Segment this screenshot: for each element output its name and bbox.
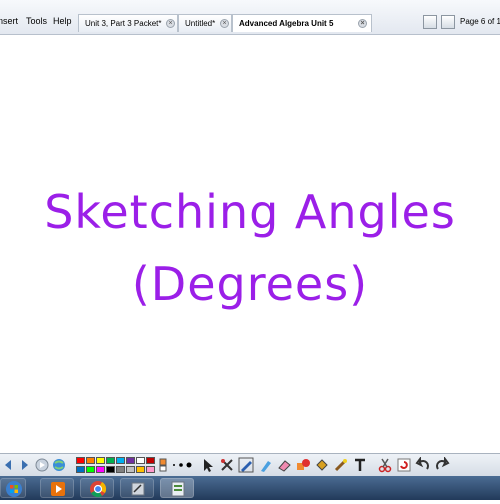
menu-help[interactable]: Help: [53, 16, 72, 26]
chrome-icon[interactable]: [80, 478, 114, 498]
color-swatch[interactable]: [146, 466, 155, 473]
color-swatch[interactable]: [106, 466, 115, 473]
slide-title-line1: Sketching Angles: [44, 185, 456, 239]
globe-icon[interactable]: [51, 457, 67, 473]
color-swatch[interactable]: [106, 457, 115, 464]
close-icon[interactable]: ×: [358, 19, 367, 28]
tab-label: Untitled*: [185, 19, 216, 28]
next-page-icon[interactable]: [17, 457, 33, 473]
color-swatch[interactable]: [86, 457, 95, 464]
color-swatch[interactable]: [96, 457, 105, 464]
text-icon[interactable]: [352, 457, 368, 473]
eraser-icon[interactable]: [276, 457, 292, 473]
page-sorter-icon[interactable]: [423, 15, 437, 29]
bottom-toolbar: [0, 453, 500, 476]
select-arrow-icon[interactable]: [200, 457, 216, 473]
menu-tools[interactable]: Tools: [26, 16, 47, 26]
tab-label: Advanced Algebra Unit 5: [239, 19, 334, 28]
previous-page-icon[interactable]: [0, 457, 16, 473]
refresh-icon[interactable]: [396, 457, 412, 473]
play-icon[interactable]: [34, 457, 50, 473]
smart-notebook-icon[interactable]: [160, 478, 194, 498]
color-swatch[interactable]: [126, 466, 135, 473]
magic-pen-icon[interactable]: [333, 457, 349, 473]
color-swatch[interactable]: [116, 457, 125, 464]
page-indicator: Page 6 of 1: [460, 17, 500, 26]
shapes-icon[interactable]: [295, 457, 311, 473]
windows-start-icon[interactable]: [0, 478, 26, 498]
menu-tab-bar: nsert Tools Help Unit 3, Part 3 Packet* …: [0, 0, 500, 35]
tab-unit3-packet[interactable]: Unit 3, Part 3 Packet* ×: [78, 14, 178, 32]
color-swatch[interactable]: [126, 457, 135, 464]
tab-label: Unit 3, Part 3 Packet*: [85, 19, 162, 28]
color-swatch[interactable]: [116, 466, 125, 473]
color-swatch[interactable]: [146, 457, 155, 464]
multi-tool-icon[interactable]: [219, 457, 235, 473]
scissors-icon[interactable]: [377, 457, 393, 473]
color-swatch[interactable]: [76, 466, 85, 473]
color-palette: [76, 457, 158, 474]
redo-icon[interactable]: [434, 456, 450, 473]
pen-icon[interactable]: [238, 457, 254, 473]
undo-icon[interactable]: [415, 456, 431, 473]
tab-untitled[interactable]: Untitled* ×: [178, 14, 232, 32]
whiteboard-canvas[interactable]: Sketching Angles (Degrees): [0, 35, 500, 453]
menu-insert[interactable]: nsert: [0, 16, 18, 26]
color-swatch[interactable]: [76, 457, 85, 464]
color-swatch[interactable]: [86, 466, 95, 473]
fill-icon[interactable]: [314, 457, 330, 473]
tab-advanced-algebra[interactable]: Advanced Algebra Unit 5 ×: [232, 14, 372, 32]
highlighter-icon[interactable]: [257, 457, 273, 473]
app-icon[interactable]: [120, 478, 154, 498]
close-icon[interactable]: ×: [220, 19, 229, 28]
color-swatch[interactable]: [96, 466, 105, 473]
windows-taskbar: [0, 476, 500, 500]
slide-title-line2: (Degrees): [131, 257, 369, 311]
close-icon[interactable]: ×: [166, 19, 175, 28]
color-swatch[interactable]: [136, 466, 145, 473]
line-thickness-icon[interactable]: [170, 457, 196, 473]
media-player-icon[interactable]: [40, 478, 74, 498]
fullscreen-icon[interactable]: [441, 15, 455, 29]
color-swatch[interactable]: [136, 457, 145, 464]
